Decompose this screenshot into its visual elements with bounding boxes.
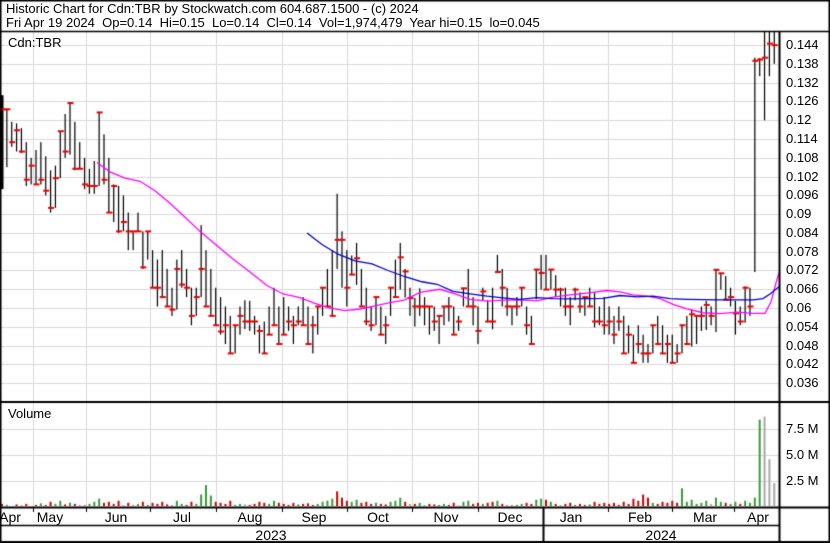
year-axis-label: 2024 (645, 527, 677, 543)
volume-pane-label: Volume (8, 406, 52, 421)
price-axis-label: 0.102 (786, 168, 819, 184)
price-axis-label: 0.084 (786, 224, 819, 240)
price-axis-label: 0.06 (786, 300, 812, 316)
month-axis-label: May (36, 509, 64, 525)
price-axis-label: 0.138 (786, 55, 819, 71)
month-axis-label: Jun (104, 509, 128, 525)
month-axis-label: Jul (173, 509, 191, 525)
month-axis-label: Jan (559, 509, 583, 525)
price-axis-label: 0.078 (786, 243, 819, 259)
month-axis-label: Apr (747, 509, 769, 525)
price-axis-label: 0.09 (786, 206, 812, 222)
price-axis-label: 0.066 (786, 281, 819, 297)
price-axis-label: 0.036 (786, 375, 819, 391)
month-axis-label: Mar (692, 509, 718, 525)
symbol-label: Cdn:TBR (8, 35, 62, 50)
month-axis-label: Nov (433, 509, 459, 525)
price-axis-label: 0.12 (786, 112, 812, 128)
month-axis-label: Sep (301, 509, 327, 525)
price-volume-chart-canvas (0, 0, 830, 543)
price-axis-label: 0.096 (786, 187, 819, 203)
month-axis-label: Feb (627, 509, 653, 525)
month-axis-label: Apr (0, 509, 21, 525)
volume-axis-label: 5.0 M (786, 447, 819, 462)
header-line-2: Fri Apr 19 2024 Op=0.14 Hi=0.15 Lo=0.14 … (6, 15, 540, 30)
month-axis-label: Dec (497, 509, 523, 525)
year-axis-label: 2023 (255, 527, 287, 543)
price-axis-label: 0.048 (786, 337, 819, 353)
volume-axis-label: 2.5 M (786, 473, 819, 488)
price-axis-label: 0.054 (786, 318, 819, 334)
price-axis-label: 0.042 (786, 356, 819, 372)
price-axis-label: 0.132 (786, 74, 819, 90)
price-axis-label: 0.114 (786, 131, 818, 147)
price-axis-label: 0.126 (786, 93, 819, 109)
volume-axis-label: 7.5 M (786, 421, 819, 436)
price-axis-label: 0.144 (786, 37, 819, 53)
price-axis-label: 0.108 (786, 149, 819, 165)
month-axis-label: Oct (367, 509, 389, 525)
header-line-1: Historic Chart for Cdn:TBR by Stockwatch… (6, 1, 419, 16)
price-axis-label: 0.072 (786, 262, 819, 278)
month-axis-label: Aug (237, 509, 263, 525)
stockwatch-historic-chart-window: Historic Chart for Cdn:TBR by Stockwatch… (0, 0, 830, 543)
